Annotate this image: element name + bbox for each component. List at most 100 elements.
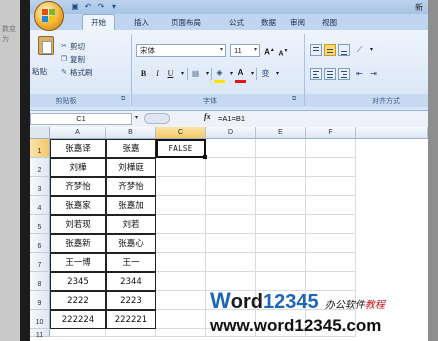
office-button[interactable] — [34, 1, 64, 31]
cell-b3[interactable]: 齐梦怡 — [106, 177, 156, 196]
align-bottom-button[interactable] — [338, 44, 350, 56]
cell-c8[interactable] — [156, 272, 206, 291]
name-box[interactable]: C1 — [30, 113, 132, 125]
cell-f1[interactable] — [306, 139, 356, 158]
cell-d2[interactable] — [206, 158, 256, 177]
cell-d6[interactable] — [206, 234, 256, 253]
column-header-d[interactable]: D — [206, 127, 256, 139]
font-launcher-icon[interactable]: ⧉ — [292, 96, 296, 103]
cell-a10[interactable]: 222224 — [50, 310, 106, 329]
cell-d5[interactable] — [206, 215, 256, 234]
cell-a3[interactable]: 齐梦怡 — [50, 177, 106, 196]
insert-function-icon[interactable]: fx — [204, 112, 211, 121]
cell-d4[interactable] — [206, 196, 256, 215]
cell-b10[interactable]: 222221 — [106, 310, 156, 329]
underline-button[interactable]: U — [165, 68, 176, 80]
redo-icon[interactable]: ↷ — [96, 2, 106, 12]
cell-e6[interactable] — [256, 234, 306, 253]
row-header-6[interactable]: 6 — [30, 234, 50, 253]
cell-c10[interactable] — [156, 310, 206, 329]
font-size-select[interactable]: 11 ▾ — [230, 44, 260, 57]
cell-c11[interactable] — [156, 329, 206, 337]
cell-b2[interactable]: 刘樺庭 — [106, 158, 156, 177]
cell-e7[interactable] — [256, 253, 306, 272]
cell-d3[interactable] — [206, 177, 256, 196]
cell-f6[interactable] — [306, 234, 356, 253]
italic-button[interactable]: I — [152, 68, 163, 80]
tab-insert[interactable]: 插入 — [134, 17, 149, 28]
formula-input[interactable]: =A1=B1 — [218, 114, 245, 123]
phonetic-dropdown-icon[interactable]: ▾ — [272, 68, 283, 80]
cell-a11[interactable] — [50, 329, 106, 337]
tab-review[interactable]: 审阅 — [290, 17, 305, 28]
cell-f5[interactable] — [306, 215, 356, 234]
font-name-select[interactable]: 宋体 ▾ — [136, 44, 226, 57]
cell-b4[interactable]: 张嘉加 — [106, 196, 156, 215]
cell-a2[interactable]: 刘樺 — [50, 158, 106, 177]
tab-formulas[interactable]: 公式 — [229, 17, 244, 28]
align-right-button[interactable] — [338, 68, 350, 80]
cell-f3[interactable] — [306, 177, 356, 196]
cell-b1[interactable]: 张嘉 — [106, 139, 156, 158]
cell-d1[interactable] — [206, 139, 256, 158]
cell-a9[interactable]: 2222 — [50, 291, 106, 310]
cell-c2[interactable] — [156, 158, 206, 177]
borders-icon[interactable]: ▦ — [190, 68, 201, 80]
cell-b5[interactable]: 刘若 — [106, 215, 156, 234]
cell-f7[interactable] — [306, 253, 356, 272]
cell-c9[interactable] — [156, 291, 206, 310]
cell-a4[interactable]: 张嘉家 — [50, 196, 106, 215]
row-header-1[interactable]: 1 — [30, 139, 50, 158]
fill-handle[interactable] — [203, 155, 207, 159]
cell-d7[interactable] — [206, 253, 256, 272]
column-header-b[interactable]: B — [106, 127, 156, 139]
bold-button[interactable]: B — [138, 68, 149, 80]
cell-e1[interactable] — [256, 139, 306, 158]
cell-e5[interactable] — [256, 215, 306, 234]
name-box-dropdown-icon[interactable]: ▾ — [135, 114, 138, 121]
cell-a8[interactable]: 2345 — [50, 272, 106, 291]
row-header-2[interactable]: 2 — [30, 158, 50, 177]
orientation-dropdown-icon[interactable]: ▾ — [366, 44, 377, 56]
align-middle-button[interactable] — [324, 44, 336, 56]
undo-icon[interactable]: ↶ — [83, 2, 93, 12]
orientation-icon[interactable]: ⟋ — [354, 44, 365, 56]
column-header-e[interactable]: E — [256, 127, 306, 139]
row-header-3[interactable]: 3 — [30, 177, 50, 196]
cell-e2[interactable] — [256, 158, 306, 177]
grow-font-button[interactable]: A▲ — [264, 44, 275, 57]
column-header-c[interactable]: C — [156, 127, 206, 139]
paste-button[interactable] — [34, 34, 56, 64]
row-header-5[interactable]: 5 — [30, 215, 50, 234]
cell-e3[interactable] — [256, 177, 306, 196]
shrink-font-button[interactable]: A▼ — [278, 45, 289, 57]
align-left-button[interactable] — [310, 68, 322, 80]
cell-c1[interactable]: FALSE — [156, 139, 206, 158]
cell-c4[interactable] — [156, 196, 206, 215]
increase-indent-icon[interactable]: ⇥ — [368, 68, 379, 80]
cell-c5[interactable] — [156, 215, 206, 234]
font-color-button[interactable]: A — [235, 68, 246, 83]
tab-page-layout[interactable]: 页面布局 — [171, 17, 201, 28]
format-painter-button[interactable]: ✎ 格式刷 — [60, 67, 92, 78]
align-top-button[interactable] — [310, 44, 322, 56]
cell-b11[interactable] — [106, 329, 156, 337]
cell-b9[interactable]: 2223 — [106, 291, 156, 310]
row-header-10[interactable]: 10 — [30, 310, 50, 329]
cell-a6[interactable]: 张嘉新 — [50, 234, 106, 253]
decrease-indent-icon[interactable]: ⇤ — [354, 68, 365, 80]
fill-color-icon[interactable]: ◈ — [214, 68, 225, 83]
cell-b6[interactable]: 张嘉心 — [106, 234, 156, 253]
phonetic-button[interactable]: 变 — [260, 68, 271, 80]
cell-a7[interactable]: 王一博 — [50, 253, 106, 272]
row-header-7[interactable]: 7 — [30, 253, 50, 272]
cell-b8[interactable]: 2344 — [106, 272, 156, 291]
cell-e4[interactable] — [256, 196, 306, 215]
cell-f4[interactable] — [306, 196, 356, 215]
cell-b7[interactable]: 王一 — [106, 253, 156, 272]
copy-button[interactable]: ❐ 复制 — [60, 54, 85, 65]
cut-button[interactable]: ✂ 剪切 — [60, 41, 85, 52]
cell-c7[interactable] — [156, 253, 206, 272]
column-header-f[interactable]: F — [306, 127, 356, 139]
row-header-9[interactable]: 9 — [30, 291, 50, 310]
